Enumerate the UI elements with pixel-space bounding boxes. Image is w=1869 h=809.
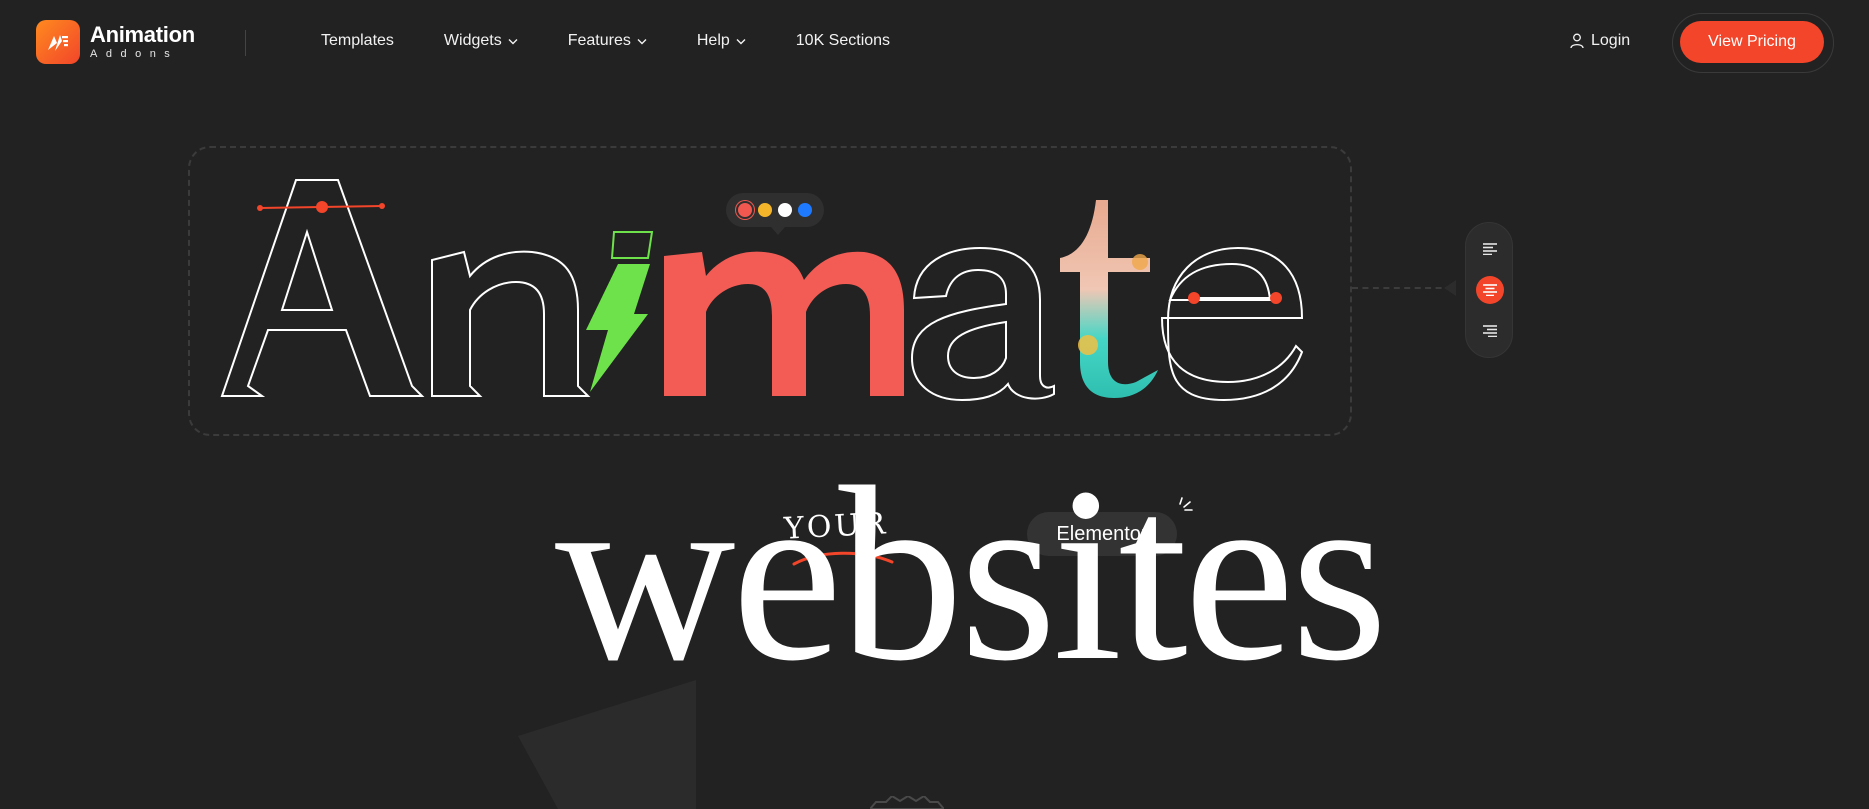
letter-a-lower [910,246,1055,402]
text-align-panel [1465,222,1513,358]
connector-tip [1444,280,1456,296]
color-swatch-picker [726,193,824,235]
letter-e [1160,246,1304,402]
tagline-websites: websites [555,436,1388,713]
letter-m [664,251,904,396]
swatch-blue[interactable] [798,203,812,217]
swatch-yellow[interactable] [758,203,772,217]
bezier-handle-e[interactable] [1188,292,1282,304]
badge-shape-decoration [870,796,944,809]
swatch-red[interactable] [738,203,752,217]
connector-line [1352,287,1452,289]
align-right-icon[interactable] [1476,317,1504,345]
align-center-icon[interactable] [1476,276,1504,304]
swatch-white[interactable] [778,203,792,217]
align-left-icon[interactable] [1476,235,1504,263]
letter-n [431,250,591,397]
letter-t-gradient [1060,200,1158,398]
bezier-handle-a[interactable] [257,201,385,213]
letter-i-lightning [586,231,654,392]
